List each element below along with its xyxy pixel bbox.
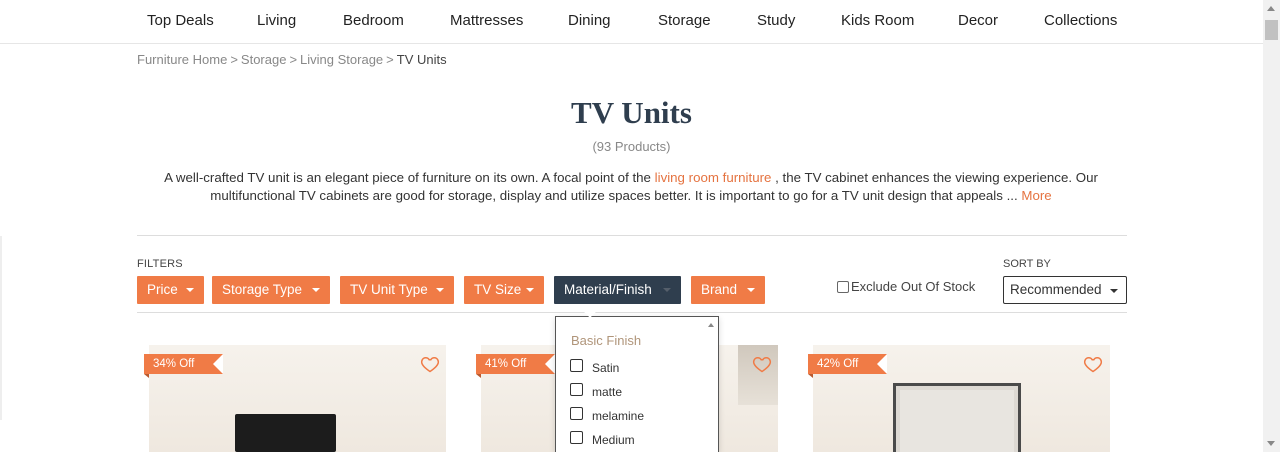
filters-label: FILTERS	[137, 258, 183, 270]
exclude-out-of-stock-checkbox[interactable]	[837, 280, 849, 293]
option-medium-label: Medium	[592, 433, 635, 447]
sort-by-label: SORT BY	[1003, 258, 1051, 270]
caret-down-icon	[747, 288, 755, 292]
heart-icon[interactable]	[1083, 354, 1103, 374]
option-matte[interactable]: matte	[570, 382, 623, 399]
left-edge-divider	[0, 236, 2, 420]
nav-collections[interactable]: Collections	[1044, 12, 1117, 29]
breadcrumb: Furniture Home > Storage > Living Storage > TV…	[137, 52, 447, 67]
nav-dining[interactable]: Dining	[568, 12, 611, 29]
discount-badge: 34% Off	[144, 354, 223, 378]
option-melamine-checkbox[interactable]	[570, 406, 583, 420]
option-melamine[interactable]: melamine	[570, 406, 645, 423]
scroll-down-arrow-icon[interactable]	[1267, 441, 1275, 446]
option-matte-checkbox[interactable]	[570, 382, 583, 396]
option-matte-label: matte	[592, 385, 623, 399]
discount-badge-text: 42% Off	[817, 358, 859, 370]
option-satin-checkbox[interactable]	[570, 358, 583, 372]
living-room-furniture-link[interactable]: living room furniture	[655, 170, 772, 185]
description-text-1: A well-crafted TV unit is an elegant pie…	[164, 170, 651, 185]
filter-material-finish-label: Material/Finish	[564, 282, 652, 297]
caret-down-icon	[663, 288, 671, 292]
option-satin-label: Satin	[592, 361, 620, 375]
breadcrumb-separator: >	[230, 52, 238, 67]
filter-tv-unit-type-label: TV Unit Type	[350, 282, 428, 297]
top-navigation: Top Deals Living Bedroom Mattresses Dini…	[0, 0, 1263, 44]
nav-mattresses[interactable]: Mattresses	[450, 12, 523, 29]
nav-kids-room[interactable]: Kids Room	[841, 12, 914, 29]
option-medium[interactable]: Medium	[570, 430, 635, 447]
exclude-out-of-stock[interactable]: Exclude Out Of Stock	[837, 279, 975, 294]
breadcrumb-storage[interactable]: Storage	[241, 52, 287, 67]
breadcrumb-separator: >	[289, 52, 298, 67]
dropdown-pointer	[580, 309, 600, 318]
nav-study[interactable]: Study	[757, 12, 795, 29]
option-satin[interactable]: Satin	[570, 358, 620, 375]
filter-storage-type-label: Storage Type	[222, 282, 303, 297]
nav-storage[interactable]: Storage	[658, 12, 711, 29]
breadcrumb-furniture-home[interactable]: Furniture Home	[137, 52, 227, 67]
option-medium-checkbox[interactable]	[570, 430, 583, 444]
nav-decor[interactable]: Decor	[958, 12, 998, 29]
discount-badge-text: 41% Off	[485, 358, 527, 370]
product-image-detail	[893, 383, 1021, 452]
exclude-out-of-stock-label: Exclude Out Of Stock	[851, 279, 976, 294]
caret-down-icon	[436, 288, 444, 292]
filter-price-label: Price	[147, 282, 178, 297]
material-finish-dropdown: Basic Finish Satin matte melamine Medium	[555, 309, 719, 452]
scroll-up-arrow-icon[interactable]	[708, 323, 714, 327]
tv-product-image-detail	[235, 414, 336, 452]
caret-down-icon	[186, 288, 194, 292]
caret-down-icon	[312, 288, 320, 292]
basic-finish-heading: Basic Finish	[571, 333, 642, 348]
breadcrumb-current: TV Units	[396, 52, 447, 67]
nav-living[interactable]: Living	[257, 12, 296, 29]
nav-bedroom[interactable]: Bedroom	[343, 12, 404, 29]
more-link[interactable]: More	[1021, 188, 1051, 203]
breadcrumb-separator: >	[386, 52, 394, 67]
filter-material-finish-button[interactable]: Material/Finish	[554, 276, 681, 304]
filter-tv-unit-type-button[interactable]: TV Unit Type	[340, 276, 454, 304]
nav-top-deals[interactable]: Top Deals	[147, 12, 214, 29]
caret-down-icon	[526, 288, 534, 292]
sort-select[interactable]: Recommended	[1003, 276, 1127, 304]
product-count: (93 Products)	[592, 139, 671, 154]
heart-icon[interactable]	[752, 354, 772, 374]
category-description: A well-crafted TV unit is an elegant pie…	[150, 169, 1112, 205]
discount-badge-text: 34% Off	[153, 358, 195, 370]
filter-price-button[interactable]: Price	[137, 276, 204, 304]
filter-tv-size-label: TV Size	[474, 282, 522, 297]
caret-down-icon	[1110, 289, 1118, 293]
filter-brand-button[interactable]: Brand	[691, 276, 765, 304]
breadcrumb-living-storage[interactable]: Living Storage	[300, 52, 383, 67]
sort-selected-value: Recommended	[1010, 282, 1102, 297]
dropdown-scrollbar[interactable]	[708, 319, 716, 452]
scroll-up-arrow-icon[interactable]	[1267, 6, 1275, 11]
scrollbar-thumb[interactable]	[1265, 20, 1278, 40]
discount-badge: 42% Off	[808, 354, 887, 378]
discount-badge: 41% Off	[476, 354, 555, 378]
divider	[137, 235, 1127, 236]
filter-storage-type-button[interactable]: Storage Type	[212, 276, 330, 304]
filter-brand-label: Brand	[701, 282, 738, 297]
option-melamine-label: melamine	[592, 409, 645, 423]
page-title: TV Units	[571, 95, 692, 130]
heart-icon[interactable]	[420, 354, 440, 374]
page-scrollbar[interactable]	[1263, 0, 1280, 452]
filter-tv-size-button[interactable]: TV Size	[464, 276, 544, 304]
